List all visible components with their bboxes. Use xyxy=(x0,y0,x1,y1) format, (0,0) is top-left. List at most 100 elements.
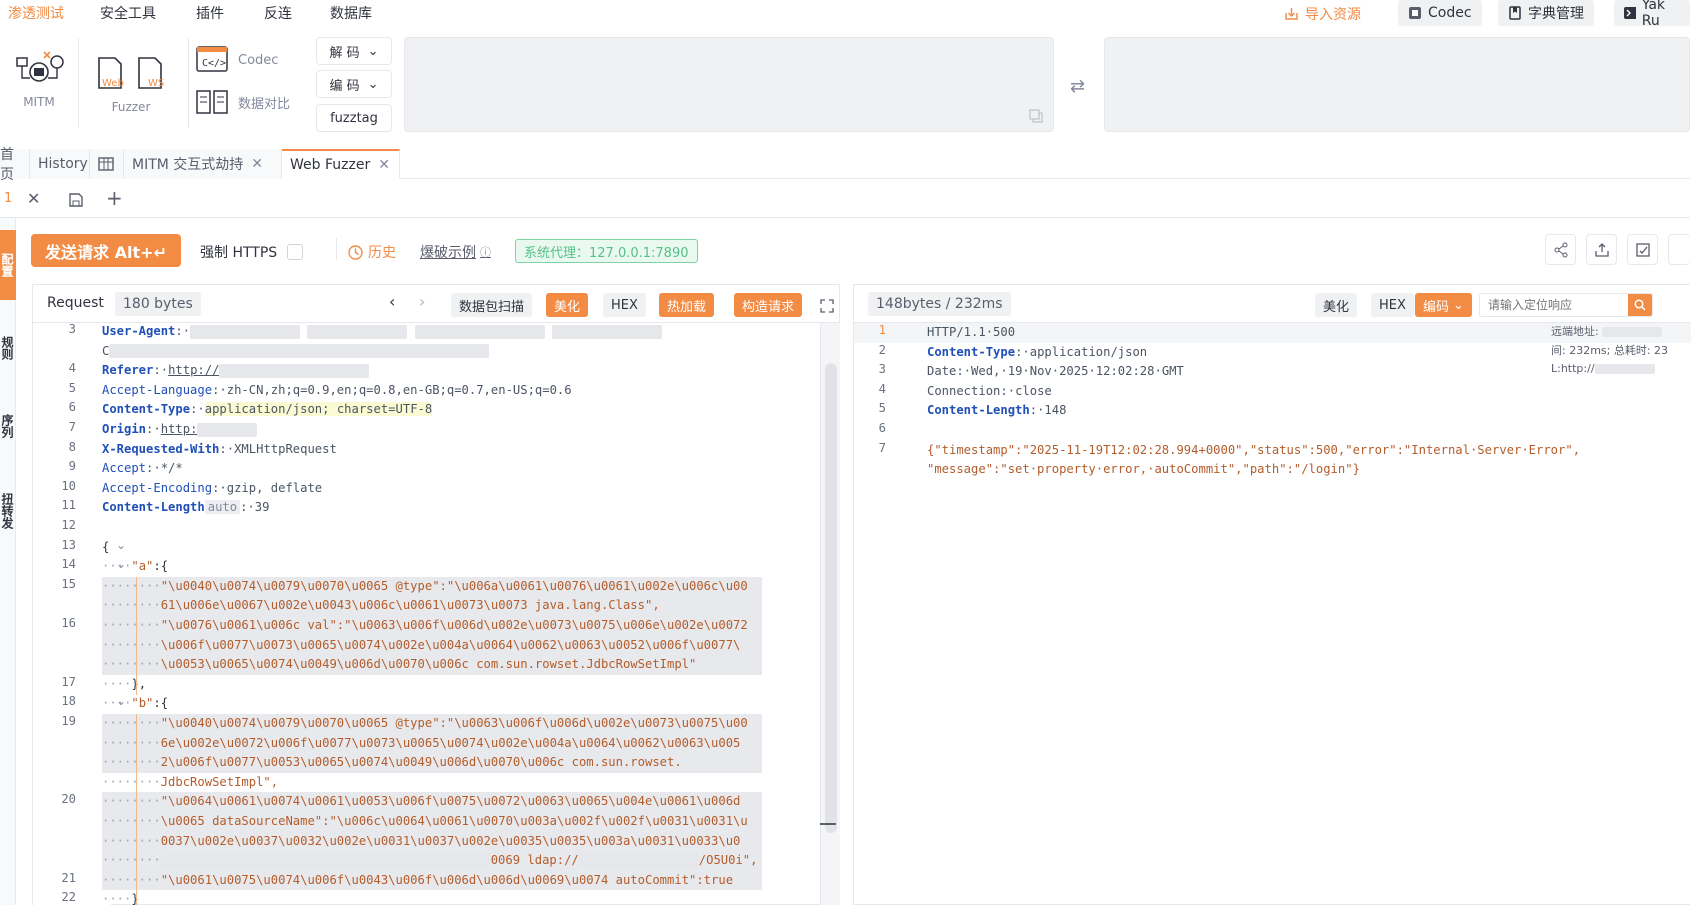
compare-icon xyxy=(196,90,228,114)
line-number: 4 xyxy=(68,361,76,376)
web-fuzzer-icon: Web xyxy=(98,57,124,89)
line-number: 15 xyxy=(61,576,76,591)
mitm-tool[interactable]: MITM xyxy=(12,48,66,109)
encode-label: 编码 xyxy=(1423,299,1450,315)
close-icon[interactable]: ✕ xyxy=(378,157,390,173)
copy-icon[interactable] xyxy=(1029,109,1043,123)
packet-scan-button[interactable]: 数据包扫描 xyxy=(451,293,533,317)
codec-output-editor[interactable] xyxy=(1104,37,1690,132)
share-button[interactable] xyxy=(1545,234,1576,265)
request-beautify-button[interactable]: 美化 xyxy=(546,293,589,317)
subtab-1[interactable]: 1 xyxy=(4,191,12,206)
line-number: 12 xyxy=(61,518,76,532)
compare-tool[interactable]: 数据对比 xyxy=(196,88,290,116)
codec-tool[interactable]: C</> Codec xyxy=(196,46,278,74)
compare-label: 数据对比 xyxy=(238,96,291,112)
tab-mitm[interactable]: MITM 交互式劫持 ✕ xyxy=(124,149,282,179)
request-hex-button[interactable]: HEX xyxy=(603,293,646,317)
side-tab-forward[interactable]: 扭转发 xyxy=(0,476,16,546)
fold-icon[interactable]: ⌄ xyxy=(116,538,130,552)
json-value-part: 0069 ldap:// xyxy=(490,853,579,868)
dict-manage-label: 字典管理 xyxy=(1528,6,1584,22)
export-button[interactable] xyxy=(1586,234,1617,265)
indent-guide xyxy=(136,714,137,905)
line-number: 1 xyxy=(878,323,886,337)
response-meta: 远端地址: 间: 232ms; 总耗时: 23 L:http:// xyxy=(1551,323,1691,379)
example-link[interactable]: 爆破示例 ⓘ xyxy=(420,242,491,262)
side-tab-rules[interactable]: 规则 xyxy=(0,318,16,378)
line-number: 9 xyxy=(68,459,76,474)
tab-web-fuzzer-label: Web Fuzzer xyxy=(290,156,371,173)
codec-top-button[interactable]: Codec xyxy=(1398,0,1482,26)
response-stats-badge: 148bytes / 232ms xyxy=(868,292,1011,316)
request-header: Request 180 bytes ‹ › 数据包扫描 美化 HEX 热加载 构… xyxy=(33,285,839,323)
table-icon xyxy=(98,157,114,171)
fuzzer-tool[interactable]: Web WS Fuzzer xyxy=(90,56,172,114)
side-tab-config[interactable]: 配置 xyxy=(0,230,16,300)
save-icon[interactable] xyxy=(68,192,84,208)
locate-search-input[interactable] xyxy=(1480,294,1628,316)
search-icon xyxy=(1634,299,1646,311)
fuzzer-label: Fuzzer xyxy=(111,100,151,114)
chevron-left-icon[interactable]: ‹ xyxy=(389,292,395,311)
construct-request-button[interactable]: 构造请求 xyxy=(734,293,803,317)
share-icon xyxy=(1554,242,1567,257)
line-number: 7 xyxy=(878,440,886,455)
response-hex-button[interactable]: HEX xyxy=(1371,293,1414,317)
decode-select[interactable]: 解 码 ⌄ xyxy=(316,37,392,65)
history-button[interactable]: 历史 xyxy=(348,242,396,262)
codec-input-editor[interactable] xyxy=(404,37,1054,132)
force-https-checkbox[interactable] xyxy=(287,244,304,260)
json-value-part: JdbcRowSetImpl", xyxy=(160,774,279,789)
tab-home[interactable]: 首页 xyxy=(0,147,30,183)
example-label: 爆破示例 xyxy=(420,245,476,261)
fullscreen-icon[interactable] xyxy=(820,299,834,313)
clock-icon xyxy=(348,244,363,260)
json-value-part: \u0053\u0065\u0074\u0049\u006d\u0070\u00… xyxy=(160,657,697,672)
yak-runner-button[interactable]: Yak Ru xyxy=(1614,0,1690,26)
response-encode-select[interactable]: 编码 ⌄ xyxy=(1415,293,1472,317)
line-number: 18 xyxy=(61,694,76,709)
response-editor[interactable]: 1 HTTP/1.1·500 2 Content-Type:·applicati… xyxy=(854,323,1691,905)
request-size-badge: 180 bytes xyxy=(115,292,201,316)
request-scrollbar[interactable] xyxy=(820,323,840,905)
menu-pentest[interactable]: 渗透测试 xyxy=(8,3,64,23)
header-value: application/json xyxy=(1029,344,1148,359)
side-tab-sequence[interactable]: 序列 xyxy=(0,396,16,456)
edit-button[interactable] xyxy=(1627,234,1658,265)
tab-web-fuzzer[interactable]: Web Fuzzer ✕ xyxy=(282,149,400,179)
json-value-part: \u006f\u0077\u0073\u0065\u0074\u002e\u00… xyxy=(160,637,741,652)
tab-mitm-label: MITM 交互式劫持 xyxy=(132,157,244,173)
menu-bar: 渗透测试 安全工具 插件 反连 数据库 导入资源 Codec 字典管理 Yak … xyxy=(0,0,1690,26)
chevron-right-icon[interactable]: › xyxy=(419,292,425,311)
response-body: {"timestamp":"2025-11-19T12:02:28.994+00… xyxy=(927,442,1581,457)
hotload-button[interactable]: 热加载 xyxy=(659,293,715,317)
header-value: gzip, deflate xyxy=(226,480,323,495)
json-key-val: "\u0076\u0061\u006c val":"\u0063\u006f\u… xyxy=(160,618,748,632)
search-button[interactable] xyxy=(1628,294,1652,316)
send-request-button[interactable]: 发送请求 Alt+↵ xyxy=(31,234,181,267)
import-resource-button[interactable]: 导入资源 xyxy=(1284,4,1361,24)
tab-table[interactable] xyxy=(90,149,124,179)
menu-plugins[interactable]: 插件 xyxy=(196,3,224,23)
request-title: Request xyxy=(47,295,104,311)
tab-history[interactable]: History xyxy=(30,149,90,179)
line-number: 20 xyxy=(61,792,76,807)
codec-tool-icon: C</> xyxy=(196,46,228,72)
request-editor[interactable]: 3 User-Agent:· C 4 Referer:·http:// 5 Ac… xyxy=(32,322,820,905)
menu-database[interactable]: 数据库 xyxy=(330,3,372,23)
close-icon[interactable]: ✕ xyxy=(27,189,40,208)
dict-manage-button[interactable]: 字典管理 xyxy=(1498,0,1594,26)
json-value-part: 2\u006f\u0077\u0053\u0065\u0074\u0049\u0… xyxy=(160,755,682,770)
response-beautify-button[interactable]: 美化 xyxy=(1315,293,1358,317)
encode-select[interactable]: 编 码 ⌄ xyxy=(316,70,392,98)
swap-icon[interactable]: ⇄ xyxy=(1070,76,1085,97)
close-icon[interactable]: ✕ xyxy=(251,156,263,172)
menu-reverse[interactable]: 反连 xyxy=(264,3,292,23)
fuzztag-button[interactable]: fuzztag xyxy=(316,104,392,132)
line-number: 11 xyxy=(61,498,76,513)
add-icon[interactable]: + xyxy=(106,186,123,210)
header-value: http:// xyxy=(168,363,220,378)
more-button[interactable] xyxy=(1668,234,1690,265)
menu-security-tools[interactable]: 安全工具 xyxy=(100,3,156,23)
